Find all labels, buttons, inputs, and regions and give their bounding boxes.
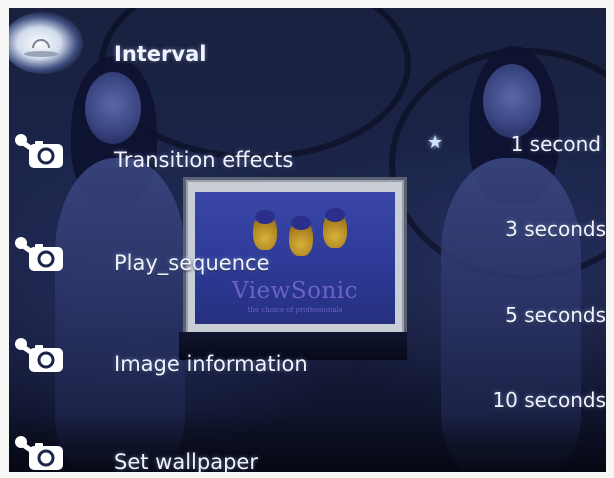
wrench-camera-icon	[15, 237, 63, 271]
menu-item-label: Play_sequence	[114, 251, 270, 275]
interval-icon	[24, 39, 58, 57]
monitor-tagline-text: the choice of professionals	[247, 306, 343, 314]
menu-item-set-wallpaper[interactable]: Set wallpaper	[9, 426, 389, 472]
option-5-seconds[interactable]: 5 seconds	[446, 303, 606, 333]
menu-item-transition-effects[interactable]: Transition effects	[9, 124, 389, 184]
wrench-camera-icon	[15, 338, 63, 372]
menu-item-label: Image information	[114, 352, 308, 376]
option-3-seconds[interactable]: 3 seconds	[446, 217, 606, 247]
menu-item-play-sequence[interactable]: Play_sequence	[9, 227, 389, 287]
option-label: 1 second	[510, 132, 601, 156]
menu-item-image-information[interactable]: Image information	[9, 328, 389, 388]
wrench-camera-icon	[15, 134, 63, 168]
option-label: 3 seconds	[505, 217, 606, 241]
photo-viewer-screen: ViewSonic the choice of professionals In…	[9, 8, 606, 472]
option-label: 10 seconds	[492, 388, 606, 412]
wrench-camera-icon	[15, 436, 63, 470]
menu-item-label: Interval	[114, 42, 207, 66]
option-label: 5 seconds	[505, 303, 606, 327]
menu-item-label: Transition effects	[114, 148, 294, 172]
option-1-second[interactable]: 1 second	[441, 132, 601, 162]
option-10-seconds[interactable]: 10 seconds	[446, 388, 606, 418]
background-figure-head	[483, 64, 541, 138]
menu-item-label: Set wallpaper	[114, 450, 258, 472]
menu-item-interval[interactable]: Interval	[9, 12, 389, 78]
